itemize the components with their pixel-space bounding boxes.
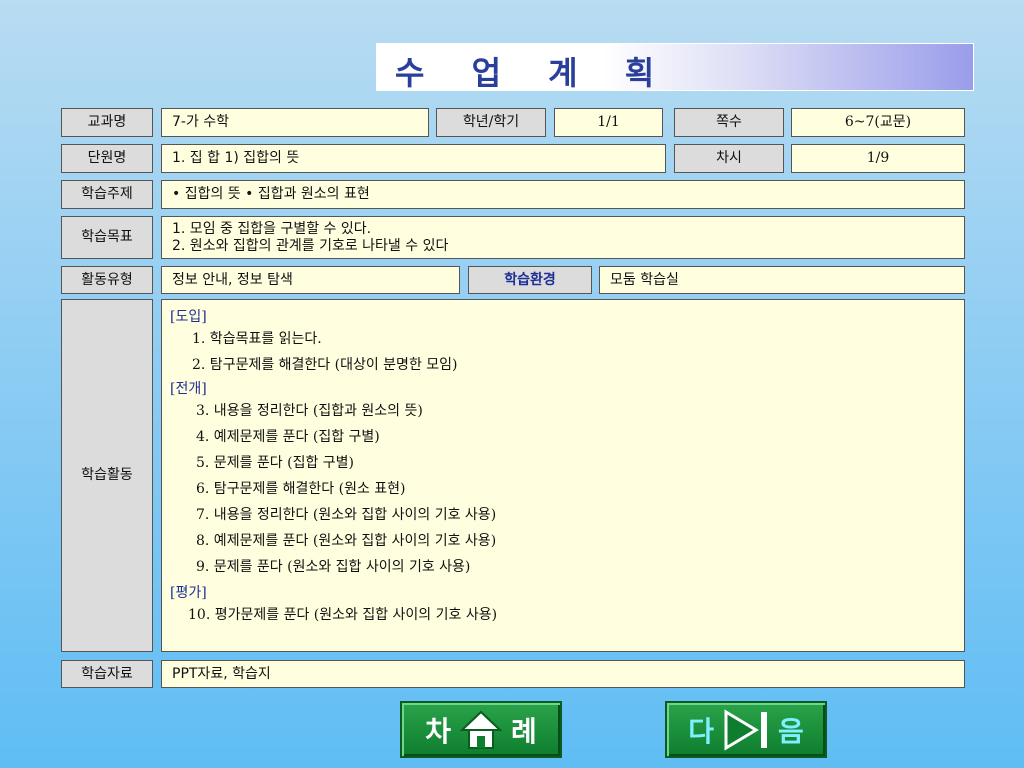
list-item: 10. 평가문제를 푼다 (원소와 집합 사이의 기호 사용) — [188, 607, 498, 623]
topic-label: 학습주제 — [61, 180, 153, 209]
goals-value: 1. 모임 중 집합을 구별할 수 있다. 2. 원소와 집합의 관계를 기호로… — [161, 216, 965, 259]
list-item: 8. 예제문제를 푼다 (원소와 집합 사이의 기호 사용) — [196, 533, 497, 549]
grade-semester-label: 학년/학기 — [436, 108, 546, 137]
subject-label: 교과명 — [61, 108, 153, 137]
list-item: 5. 문제를 푼다 (집합 구별) — [196, 455, 355, 471]
grade-semester-value: 1/1 — [554, 108, 663, 137]
environment-label: 학습환경 — [468, 266, 592, 294]
title-banner: 수 업 계 획 — [376, 43, 974, 92]
list-item: 7. 내용을 정리한다 (원소와 집합 사이의 기호 사용) — [196, 507, 497, 523]
list-item: 9. 문제를 푼다 (원소와 집합 사이의 기호 사용) — [196, 559, 471, 575]
goals-label: 학습목표 — [61, 216, 153, 259]
goal-line-2: 2. 원소와 집합의 관계를 기호로 나타낼 수 있다 — [172, 237, 449, 254]
activity-type-value: 정보 안내, 정보 탐색 — [161, 266, 460, 294]
materials-value: PPT자료, 학습지 — [161, 660, 965, 688]
list-item: 6. 탐구문제를 해결한다 (원소 표현) — [196, 481, 406, 497]
list-item: 4. 예제문제를 푼다 (집합 구별) — [196, 429, 380, 445]
development-section-title: [전개] — [170, 381, 207, 397]
evaluation-section-title: [평가] — [170, 585, 207, 601]
list-item: 1. 학습목표를 읽는다. — [192, 331, 322, 347]
session-label: 차시 — [674, 144, 784, 173]
topic-value: • 집합의 뜻 • 집합과 원소의 표현 — [161, 180, 965, 209]
learning-activities-panel: [도입] 1. 학습목표를 읽는다. 2. 탐구문제를 해결한다 (대상이 분명… — [161, 299, 965, 652]
next-arrow-icon — [722, 708, 770, 752]
activity-type-label: 활동유형 — [61, 266, 153, 294]
toc-label-left: 차 — [425, 714, 451, 748]
next-label-right: 음 — [778, 714, 804, 748]
evaluation-items: 10. 평가문제를 푼다 (원소와 집합 사이의 기호 사용) — [170, 602, 956, 628]
next-label-left: 다 — [688, 714, 714, 748]
intro-items: 1. 학습목표를 읽는다. 2. 탐구문제를 해결한다 (대상이 분명한 모임) — [170, 326, 956, 378]
goal-line-1: 1. 모임 중 집합을 구별할 수 있다. — [172, 220, 372, 237]
page-count-value: 6~7(교문) — [791, 108, 965, 137]
next-button[interactable]: 다 음 — [665, 701, 827, 758]
toc-label-right: 례 — [511, 714, 537, 748]
page-title: 수 업 계 획 — [395, 54, 673, 92]
list-item: 2. 탐구문제를 해결한다 (대상이 분명한 모임) — [192, 357, 458, 373]
page-count-label: 쪽수 — [674, 108, 784, 137]
unit-value: 1. 집 합 1) 집합의 뜻 — [161, 144, 666, 173]
learning-activities-label: 학습활동 — [61, 299, 153, 652]
session-value: 1/9 — [791, 144, 965, 173]
subject-value: 7-가 수학 — [161, 108, 429, 137]
home-icon — [459, 708, 503, 752]
development-items: 3. 내용을 정리한다 (집합과 원소의 뜻) 4. 예제문제를 푼다 (집합 … — [170, 398, 956, 580]
intro-section-title: [도입] — [170, 309, 207, 325]
materials-label: 학습자료 — [61, 660, 153, 688]
environment-value: 모둠 학습실 — [599, 266, 965, 294]
table-of-contents-button[interactable]: 차 례 — [400, 701, 562, 758]
unit-label: 단원명 — [61, 144, 153, 173]
list-item: 3. 내용을 정리한다 (집합과 원소의 뜻) — [196, 403, 423, 419]
